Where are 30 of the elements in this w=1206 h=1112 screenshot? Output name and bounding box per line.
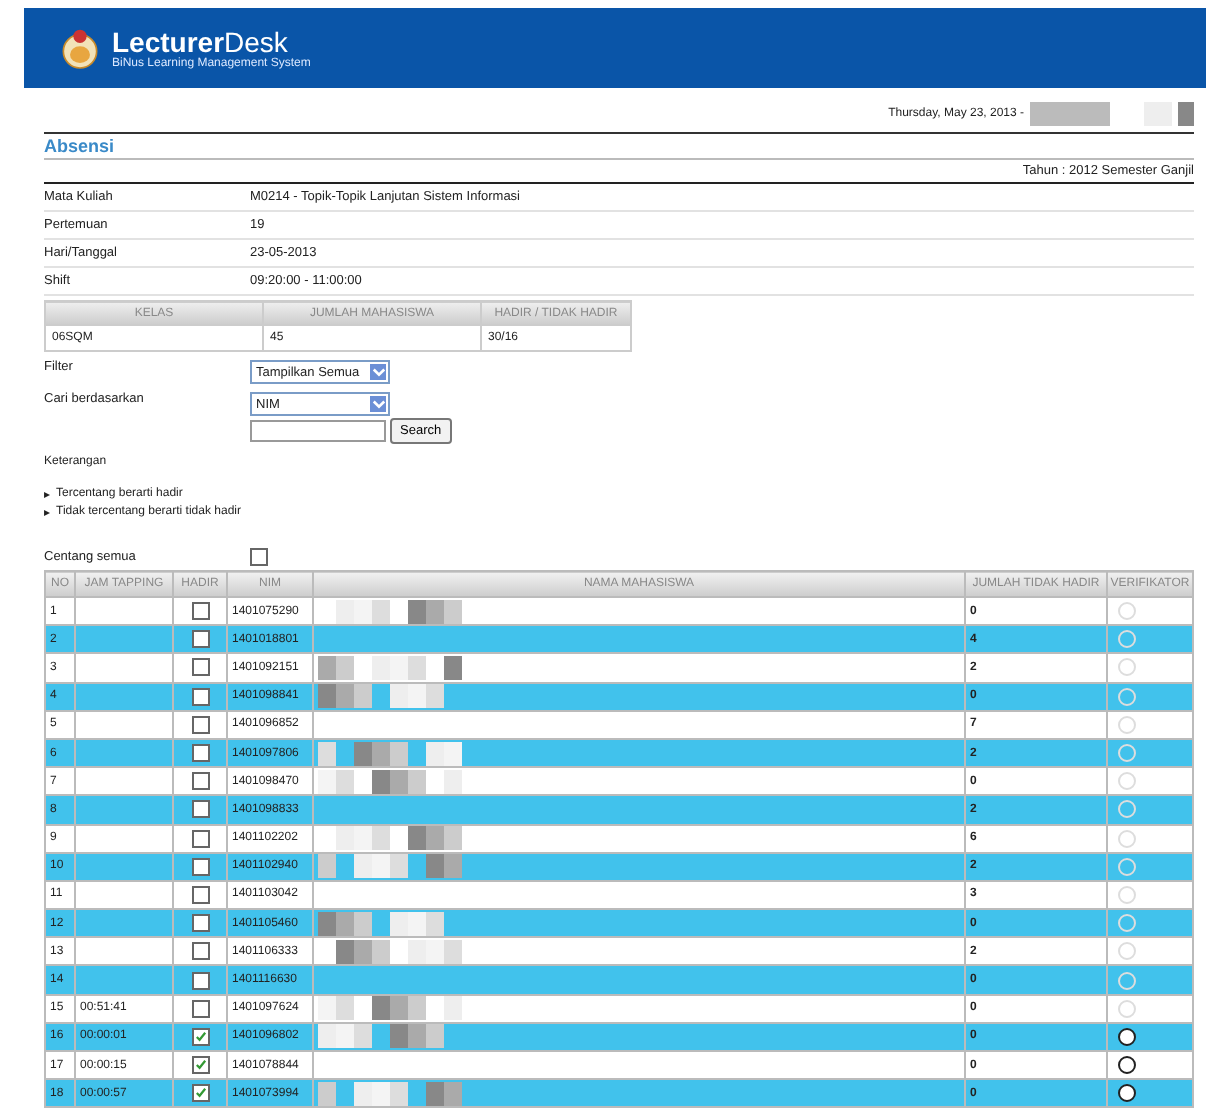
present-checkbox[interactable] xyxy=(191,602,209,621)
present-checkbox[interactable] xyxy=(191,885,209,904)
dropdown-arrow-icon xyxy=(370,396,386,412)
app-title: LecturerDesk xyxy=(112,26,288,58)
present-checkbox[interactable] xyxy=(191,658,209,677)
verifier-radio[interactable] xyxy=(1118,1027,1136,1046)
mascot-logo-icon xyxy=(60,26,100,70)
present-checkbox[interactable] xyxy=(191,1056,209,1075)
present-checkbox[interactable] xyxy=(191,687,209,706)
present-checkbox[interactable] xyxy=(191,1027,209,1046)
present-checkbox[interactable] xyxy=(191,800,209,819)
present-checkbox[interactable] xyxy=(191,999,209,1018)
dropdown-arrow-icon xyxy=(370,364,386,380)
verifier-radio[interactable] xyxy=(1118,1056,1136,1075)
present-checkbox[interactable] xyxy=(191,630,209,649)
present-checkbox[interactable] xyxy=(191,715,209,734)
present-checkbox[interactable] xyxy=(191,914,209,933)
search-field[interactable] xyxy=(250,420,386,442)
redacted-block xyxy=(1178,102,1194,126)
present-checkbox[interactable] xyxy=(191,829,209,848)
page-title: Absensi xyxy=(44,136,115,156)
verifier-radio[interactable] xyxy=(1118,1084,1136,1103)
check-all-checkbox[interactable] xyxy=(250,548,268,566)
present-checkbox[interactable] xyxy=(191,942,209,961)
present-checkbox[interactable] xyxy=(191,744,209,763)
present-checkbox[interactable] xyxy=(191,1084,209,1103)
present-checkbox[interactable] xyxy=(191,772,209,791)
redacted-block xyxy=(1030,102,1110,126)
present-checkbox[interactable] xyxy=(191,971,209,990)
present-checkbox[interactable] xyxy=(191,857,209,876)
